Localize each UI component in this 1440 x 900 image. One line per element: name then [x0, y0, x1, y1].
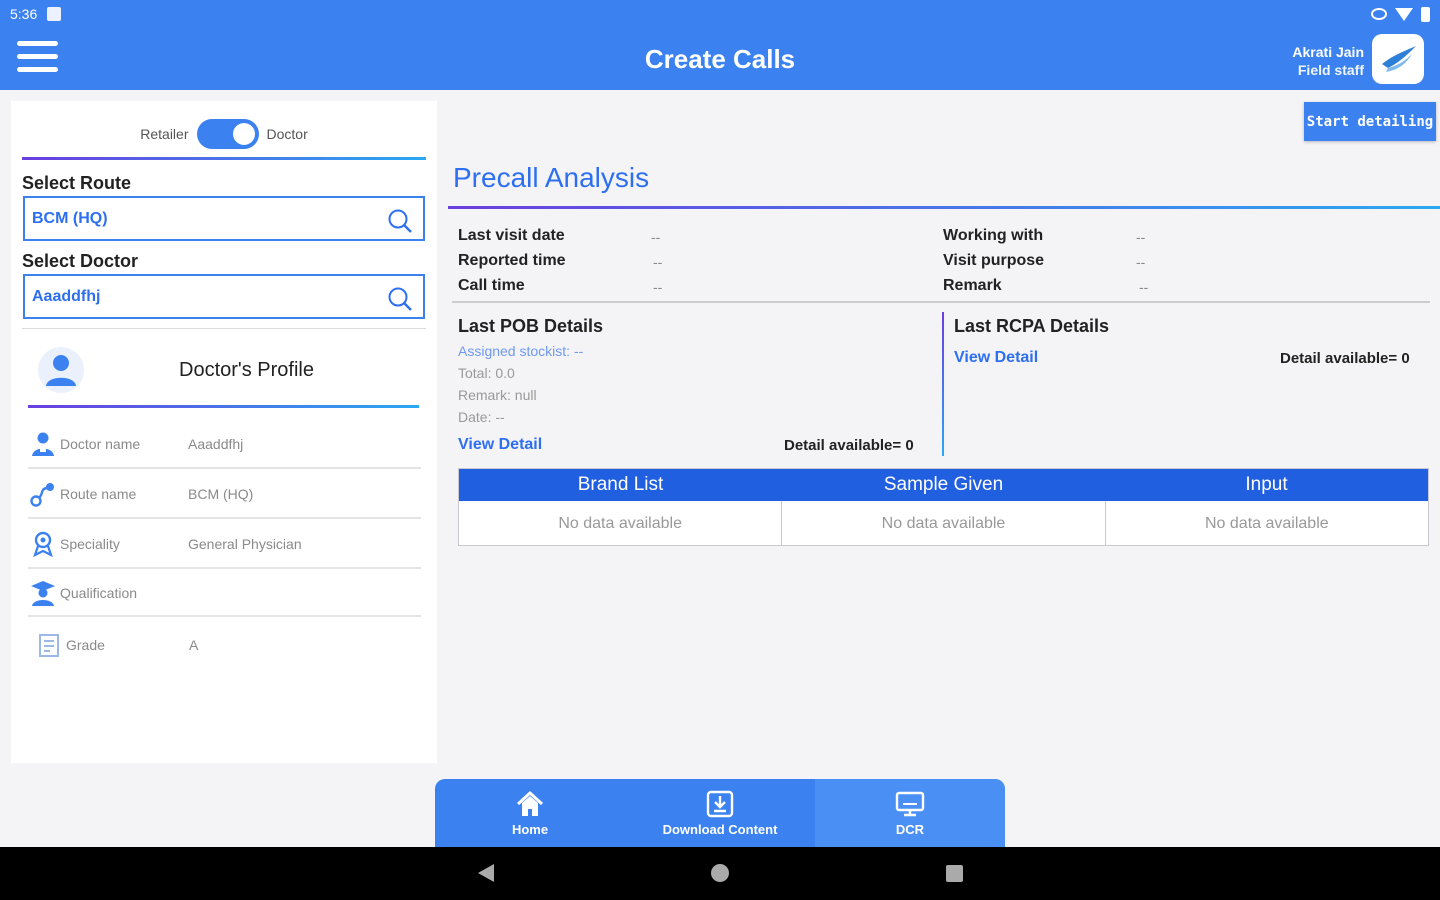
field-value: --: [1139, 279, 1149, 295]
pob-total: Total: 0.0: [458, 365, 515, 381]
profile-key: Doctor name: [60, 436, 141, 452]
profile-row-doctor-name: Doctor name Aaaddfhj: [28, 421, 421, 469]
qualification-icon: [28, 578, 58, 608]
profile-key: Speciality: [60, 536, 120, 552]
vertical-divider: [942, 312, 944, 456]
doctor-icon: [28, 429, 58, 459]
field-key: Last visit date: [458, 227, 565, 244]
field-key: Call time: [458, 277, 525, 294]
download-icon: [706, 790, 734, 817]
monitor-icon: [895, 791, 925, 816]
table-cell: No data available: [459, 501, 783, 546]
divider: [452, 301, 1430, 303]
user-icon: [46, 355, 76, 386]
home-icon: [516, 790, 544, 816]
table-cell: No data available: [782, 501, 1106, 546]
divider: [448, 206, 1440, 209]
profile-key: Qualification: [60, 585, 138, 601]
search-icon[interactable]: [387, 208, 413, 234]
profile-row-grade: Grade A: [28, 621, 421, 669]
back-icon[interactable]: [478, 864, 494, 882]
nav-download-content[interactable]: Download Content: [625, 779, 815, 847]
profile-row-qualification: Qualification: [28, 571, 421, 617]
nav-label: Home: [511, 821, 549, 837]
divider: [28, 405, 419, 408]
field-value: --: [1136, 254, 1146, 270]
search-icon[interactable]: [387, 286, 413, 312]
left-panel: Retailer Doctor Select Route Select Doct…: [11, 101, 437, 763]
column-header: Brand List: [577, 474, 664, 495]
retailer-doctor-switch[interactable]: [196, 119, 259, 149]
pob-assigned-stockist: Assigned stockist: --: [458, 343, 584, 359]
nav-home[interactable]: Home: [435, 779, 625, 847]
grade-icon: [34, 630, 64, 660]
toggle-left-label: Retailer: [140, 126, 189, 142]
field-key: Remark: [943, 277, 1002, 294]
pob-date: Date: --: [458, 409, 505, 425]
field-value: --: [653, 254, 663, 270]
precall-title: Precall Analysis: [453, 162, 650, 193]
pob-view-detail-link[interactable]: View Detail: [458, 436, 542, 454]
doctor-label: Select Doctor: [22, 251, 139, 271]
type-toggle: Retailer Doctor: [11, 119, 437, 149]
specialty-icon: [28, 529, 58, 559]
profile-value: Aaaddfhj: [188, 436, 244, 452]
page-title: Create Calls: [644, 44, 796, 74]
start-detailing-button[interactable]: Start detailing: [1304, 102, 1436, 141]
profile-key: Grade: [66, 637, 105, 653]
gallery-icon: [47, 7, 62, 21]
route-field[interactable]: [23, 196, 425, 241]
status-time: 5:36: [10, 6, 38, 22]
brand-sample-input-table: Brand List Sample Given Input No data av…: [458, 468, 1429, 546]
table-row: No data available No data available No d…: [459, 501, 1428, 546]
pob-title: Last POB Details: [458, 316, 604, 336]
wifi-icon: [1395, 7, 1413, 21]
profile-value: BCM (HQ): [188, 486, 254, 502]
field-value: --: [1136, 229, 1146, 245]
eye-icon: [1371, 8, 1387, 20]
home-button-icon[interactable]: [711, 864, 729, 882]
user-info: Akrati Jain Field staff: [1292, 43, 1364, 79]
nav-dcr[interactable]: DCR: [815, 779, 1005, 847]
field-value: --: [651, 229, 661, 245]
user-role: Field staff: [1297, 62, 1364, 78]
divider: [22, 328, 426, 329]
battery-icon: [1421, 6, 1430, 22]
table-cell: No data available: [1205, 514, 1329, 532]
route-label: Select Route: [22, 173, 132, 193]
pob-remark: Remark: null: [458, 387, 537, 403]
profile-value: General Physician: [188, 536, 302, 552]
avatar: [38, 347, 84, 393]
profile-title: Doctor's Profile: [179, 359, 314, 381]
rcpa-view-detail-link[interactable]: View Detail: [954, 349, 1038, 367]
status-bar: 5:36: [0, 0, 1440, 28]
app-bar: 5:36 Create Calls Akrati Jain Field staf…: [0, 0, 1440, 90]
bottom-navigation: Home Download Content DCR: [435, 779, 1005, 847]
rcpa-title: Last RCPA Details: [954, 316, 1110, 336]
field-value: --: [653, 279, 663, 295]
profile-value: A: [189, 637, 199, 653]
app-logo: [1372, 34, 1424, 84]
field-key: Working with: [943, 227, 1044, 244]
profile-row-speciality: Speciality General Physician: [28, 521, 421, 569]
doctor-input[interactable]: [32, 287, 372, 306]
profile-key: Route name: [60, 486, 137, 502]
doctor-field[interactable]: [23, 274, 425, 319]
field-key: Reported time: [458, 252, 566, 269]
column-header: Input: [1245, 474, 1288, 495]
table-header: Brand List Sample Given Input: [459, 469, 1428, 501]
field-key: Visit purpose: [943, 252, 1045, 269]
route-input[interactable]: [32, 209, 372, 228]
column-header: Sample Given: [883, 474, 1004, 495]
rcpa-detail-available: Detail available= 0: [1280, 350, 1410, 367]
user-name: Akrati Jain: [1292, 44, 1364, 60]
nav-label: Download Content: [662, 821, 778, 837]
recents-icon[interactable]: [946, 865, 963, 882]
nav-label: DCR: [895, 821, 925, 837]
pob-detail-available: Detail available= 0: [784, 437, 914, 454]
route-icon: [28, 479, 58, 509]
toggle-right-label: Doctor: [266, 126, 308, 142]
divider: [22, 157, 426, 160]
profile-row-route-name: Route name BCM (HQ): [28, 471, 421, 519]
